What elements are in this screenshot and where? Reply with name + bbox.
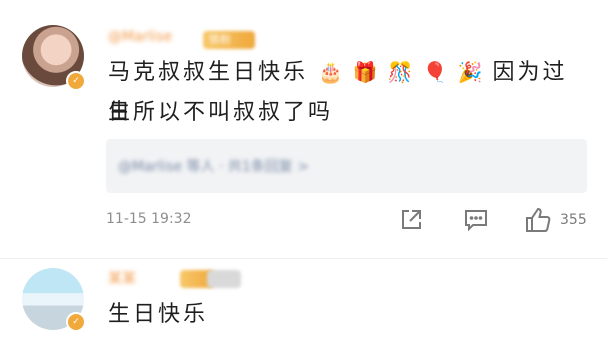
verified-icon: ✓ bbox=[66, 71, 86, 91]
gift-emoji-icon: 🎁 bbox=[352, 60, 378, 84]
share-icon bbox=[402, 210, 421, 229]
like-button[interactable]: 355 bbox=[524, 206, 587, 234]
comment-icon bbox=[465, 210, 487, 232]
party-popper-emoji-icon: 🎉 bbox=[457, 60, 483, 84]
balloon-emoji-icon: 🎈 bbox=[422, 60, 448, 84]
like-count: 355 bbox=[560, 212, 587, 228]
reply-button[interactable] bbox=[463, 206, 489, 234]
comment-text: 生日快乐 bbox=[108, 302, 209, 327]
username[interactable]: 某某 bbox=[108, 268, 168, 288]
comment-text-start: 马克叔叔生日快乐 bbox=[108, 60, 309, 85]
verified-icon: ✓ bbox=[66, 312, 86, 332]
reply-preview[interactable]: @Marlise 等人 · 共1条回复 > bbox=[106, 139, 587, 193]
timestamp: 11-15 19:32 bbox=[106, 211, 192, 227]
like-icon bbox=[526, 207, 551, 232]
share-button[interactable] bbox=[398, 206, 424, 234]
member-badge-icon bbox=[207, 270, 241, 288]
cake-emoji-icon: 🎂 bbox=[318, 60, 343, 84]
reply-preview-text: @Marlise 等人 · 共1条回复 > bbox=[118, 159, 309, 175]
divider bbox=[0, 258, 607, 259]
fan-badge: 铁粉 bbox=[203, 31, 255, 49]
confetti-emoji-icon: 🎊 bbox=[387, 60, 413, 84]
comment-text-line2: 日所以不叫叔叔了吗 bbox=[108, 100, 334, 125]
username[interactable]: @Marlise bbox=[108, 29, 172, 45]
